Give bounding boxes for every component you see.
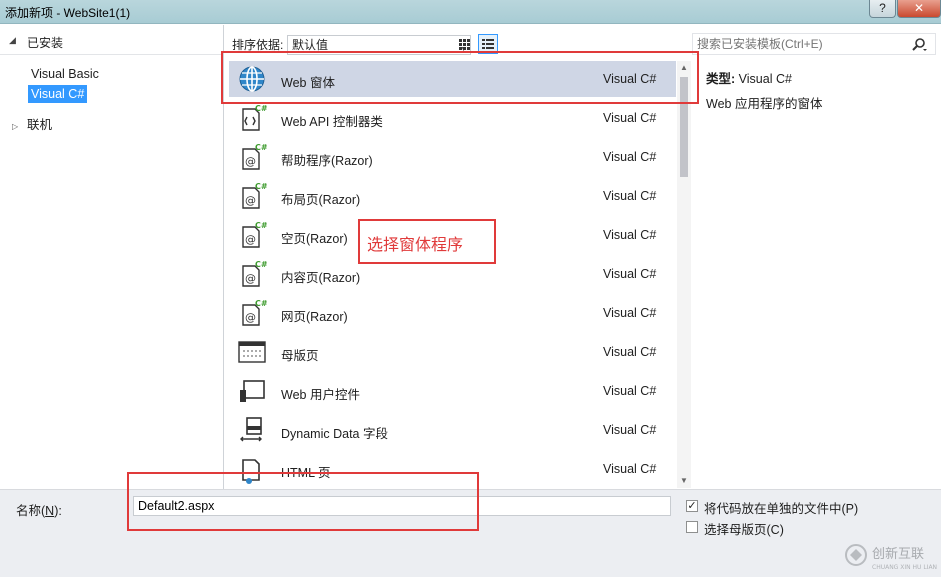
template-language: Visual C# <box>603 150 657 164</box>
template-name: Dynamic Data 字段 <box>281 427 388 441</box>
installed-label: 已安装 <box>27 36 64 50</box>
template-language: Visual C# <box>603 228 657 242</box>
template-language: Visual C# <box>603 111 657 125</box>
svg-text:C#: C# <box>255 221 267 230</box>
master-page-checkbox[interactable] <box>686 521 698 533</box>
template-language: Visual C# <box>603 423 657 437</box>
template-row-helper-razor[interactable]: @ C# 帮助程序(Razor) Visual C# <box>229 139 676 175</box>
csharp-class-icon: C# <box>242 104 267 131</box>
template-language: Visual C# <box>603 189 657 203</box>
svg-text:@: @ <box>245 272 256 285</box>
razor-page-icon: @ C# <box>242 221 267 248</box>
svg-text:C#: C# <box>255 260 267 269</box>
tree-item-visual-basic[interactable]: Visual Basic <box>28 65 102 83</box>
details-panel: 类型: Visual C# Web 应用程序的窗体 <box>692 25 941 489</box>
template-name: Web 用户控件 <box>281 388 360 402</box>
template-name: 布局页(Razor) <box>281 193 361 207</box>
svg-text:C#: C# <box>255 182 267 191</box>
template-description: Web 应用程序的窗体 <box>706 97 823 111</box>
template-search-box[interactable] <box>692 33 936 55</box>
installed-header[interactable]: ◢ 已安装 <box>0 25 223 55</box>
annotation-box-web-form <box>221 51 699 104</box>
svg-text:@: @ <box>245 233 256 246</box>
name-label-prefix: 名称( <box>16 504 46 518</box>
razor-page-icon: @ C# <box>242 143 267 170</box>
razor-page-icon: @ C# <box>242 260 267 287</box>
collapse-triangle-icon[interactable]: ◢ <box>9 35 16 46</box>
code-file-checkbox[interactable]: ✓ <box>686 500 698 512</box>
template-name: 帮助程序(Razor) <box>281 154 373 168</box>
help-button[interactable]: ? <box>869 0 896 18</box>
template-language: Visual C# <box>603 345 657 359</box>
code-file-label[interactable]: 将代码放在单独的文件中(P) <box>704 498 858 517</box>
razor-page-icon: @ C# <box>242 182 267 209</box>
svg-text:CHUANG XIN HU LIAN: CHUANG XIN HU LIAN <box>872 564 937 571</box>
scroll-down-arrow-icon[interactable]: ▼ <box>680 476 688 485</box>
template-name: Web API 控制器类 <box>281 115 383 129</box>
svg-text:@: @ <box>245 194 256 207</box>
user-control-icon <box>240 380 265 402</box>
type-label: 类型: <box>706 72 736 86</box>
template-name: 网页(Razor) <box>281 310 348 324</box>
close-button[interactable]: ✕ <box>897 0 941 18</box>
type-value: Visual C# <box>738 72 792 86</box>
svg-text:创新互联: 创新互联 <box>872 546 924 562</box>
svg-text:C#: C# <box>255 143 267 152</box>
name-label-accesskey: N <box>45 504 55 518</box>
master-page-icon <box>238 341 266 363</box>
template-search-input[interactable] <box>697 36 902 52</box>
category-tree: ◢ 已安装 Visual Basic Visual C# ▷ 联机 <box>0 25 224 489</box>
template-row-master-page[interactable]: 母版页 Visual C# <box>229 334 676 370</box>
search-icon[interactable] <box>911 37 927 53</box>
template-name: 内容页(Razor) <box>281 271 361 285</box>
template-name: 母版页 <box>281 349 319 363</box>
template-row-web-page-razor[interactable]: @ C# 网页(Razor) Visual C# <box>229 295 676 331</box>
annotation-box-file-name <box>127 472 479 531</box>
annotation-callout-text: 选择窗体程序 <box>367 237 464 254</box>
watermark-logo: 创新互联 CHUANG XIN HU LIAN <box>845 544 937 571</box>
template-language: Visual C# <box>603 306 657 320</box>
name-label-suffix: ): <box>54 504 62 518</box>
svg-text:C#: C# <box>255 104 267 113</box>
sort-value: 默认值 <box>292 38 329 52</box>
master-page-label[interactable]: 选择母版页(C) <box>704 519 784 538</box>
svg-text:C#: C# <box>255 299 267 308</box>
expand-triangle-icon[interactable]: ▷ <box>12 122 18 131</box>
template-language: Visual C# <box>603 384 657 398</box>
template-row-dynamic-data-field[interactable]: Dynamic Data 字段 Visual C# <box>229 412 676 448</box>
template-row-web-api-controller[interactable]: C# Web API 控制器类 Visual C# <box>229 100 676 136</box>
template-list[interactable]: Web 窗体 Visual C# C# Web API 控制器类 Visual … <box>229 61 676 488</box>
template-list-scrollbar[interactable]: ▲ ▼ <box>677 61 691 488</box>
template-name: 空页(Razor) <box>281 232 348 246</box>
template-language: Visual C# <box>603 462 657 476</box>
window-title: 添加新项 - WebSite1(1) <box>5 6 131 20</box>
template-row-layout-razor[interactable]: @ C# 布局页(Razor) Visual C# <box>229 178 676 214</box>
tree-item-online[interactable]: 联机 <box>24 116 55 134</box>
title-bar: 添加新项 - WebSite1(1) ? ✕ <box>0 0 941 24</box>
template-language: Visual C# <box>603 267 657 281</box>
svg-text:@: @ <box>245 155 256 168</box>
name-label: 名称(N): <box>16 500 62 519</box>
template-row-user-control[interactable]: Web 用户控件 Visual C# <box>229 373 676 409</box>
dynamic-data-icon <box>240 417 262 442</box>
svg-text:@: @ <box>245 311 256 324</box>
tree-item-visual-csharp[interactable]: Visual C# <box>28 85 88 103</box>
razor-page-icon: @ C# <box>242 299 267 326</box>
template-type-line: 类型: Visual C# <box>706 68 792 87</box>
